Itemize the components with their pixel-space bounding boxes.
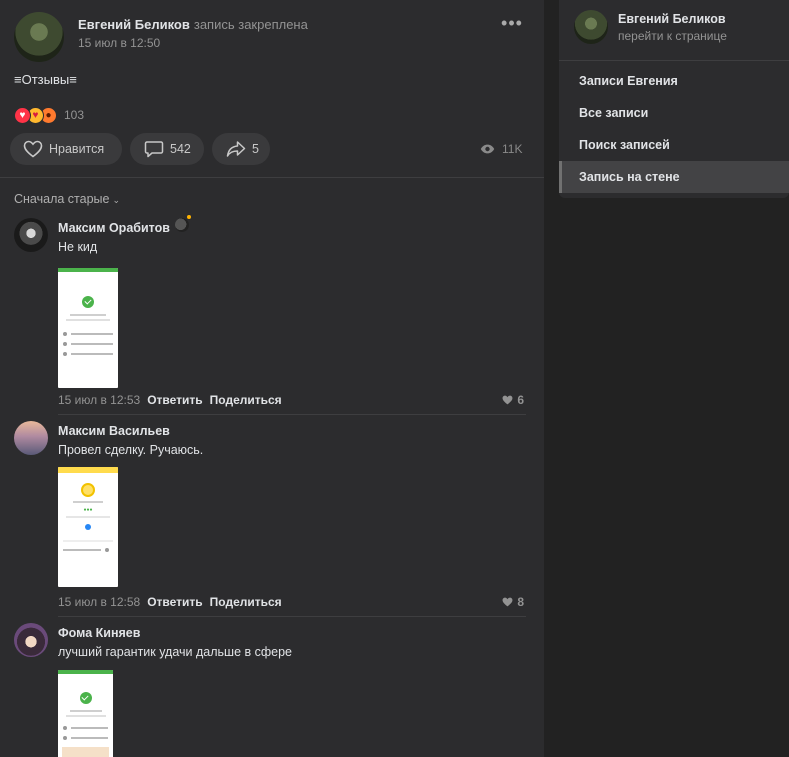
chevron-down-icon: ⌄	[112, 195, 121, 205]
reply-button[interactable]: Ответить	[147, 393, 202, 407]
comment-likes-count: 8	[517, 595, 524, 609]
thumb-banner	[62, 747, 109, 757]
comment-sort-dropdown[interactable]: Сначала старые ⌄	[14, 192, 120, 206]
sidebar-item-search-posts[interactable]: Поиск записей	[559, 129, 789, 161]
reply-button[interactable]: Ответить	[147, 595, 202, 609]
thumb-menu-row	[58, 349, 118, 359]
comment-meta: 15 июл в 12:53 Ответить Поделиться	[58, 393, 282, 407]
thumb-menu-row	[58, 339, 118, 349]
share-arrow-icon	[226, 141, 246, 157]
post-date[interactable]: 15 июл в 12:50	[78, 36, 160, 50]
thumb-amount-shape: ●●●	[83, 507, 93, 513]
shares-count: 5	[252, 142, 259, 156]
reactions-count: 103	[64, 108, 85, 122]
eye-icon	[480, 144, 495, 154]
commenter-name[interactable]: Фома Киняев	[58, 626, 140, 640]
sidebar-menu: Евгений Беликов перейти к странице Запис…	[559, 0, 789, 198]
post-author-name[interactable]: Евгений Беликов	[78, 17, 190, 32]
post-author-line: Евгений Беликов запись закреплена	[78, 17, 308, 32]
thumb-text-line	[69, 710, 102, 712]
success-check-icon	[79, 692, 92, 704]
thumb-header	[58, 268, 118, 272]
go-to-page-link[interactable]: перейти к странице	[618, 29, 727, 43]
thumb-menu-row	[58, 329, 118, 339]
heart-outline-icon	[23, 140, 43, 158]
thumb-menu-row	[58, 733, 113, 743]
comment-text: Провел сделку. Ручаюсь.	[58, 443, 204, 457]
sidebar-avatar[interactable]	[574, 10, 608, 44]
commenter-avatar[interactable]	[14, 421, 48, 455]
thumb-header	[58, 467, 118, 473]
post-text: ≡Отзывы≡	[14, 72, 77, 87]
views-indicator: 11K	[480, 142, 522, 156]
sort-label: Сначала старые	[14, 192, 110, 206]
comment-text: лучший гарантик удачи дальше в сфере	[58, 645, 292, 659]
reactions-summary[interactable]: ♥ ♥ ● 103	[14, 106, 84, 124]
comment-button[interactable]: 542	[130, 133, 204, 165]
coin-icon	[81, 483, 95, 497]
author-avatar[interactable]	[14, 12, 64, 62]
sidebar-item-wall-post[interactable]: Запись на стене	[559, 161, 789, 193]
comment-date[interactable]: 15 июл в 12:53	[58, 393, 140, 407]
sidebar-item-all-posts[interactable]: Все записи	[559, 97, 789, 129]
comment-attachment-image[interactable]: ●●●	[58, 467, 118, 587]
success-check-icon	[82, 296, 94, 308]
comments-count: 542	[170, 142, 191, 156]
commenter-name[interactable]: Максим Васильев	[58, 424, 170, 438]
thumb-text-line	[63, 540, 113, 542]
thumb-text-line	[66, 516, 110, 518]
commenter-name[interactable]: Максим Орабитов	[58, 221, 170, 235]
comment-likes-count: 6	[517, 393, 524, 407]
comment-attachment-image[interactable]	[58, 268, 118, 388]
commenter-avatar[interactable]	[14, 218, 48, 252]
comment-like-button[interactable]: 8	[502, 595, 524, 609]
sidebar-item-author-posts[interactable]: Записи Евгения	[559, 65, 789, 97]
comment-text: Не кид	[58, 240, 98, 254]
more-options-icon[interactable]: •••	[500, 14, 524, 38]
commenter-name-row: Максим Орабитов	[58, 215, 191, 235]
commenter-name-row: Фома Киняев	[58, 626, 140, 640]
comment-separator	[58, 414, 526, 415]
sidebar-author-name[interactable]: Евгений Беликов	[618, 12, 726, 26]
like-label: Нравится	[49, 142, 105, 156]
thumb-blue-dot	[85, 524, 91, 530]
thumb-text-line	[66, 319, 110, 321]
pinned-note: запись закреплена	[193, 17, 308, 32]
heart-icon	[502, 395, 513, 405]
post-divider	[0, 177, 544, 178]
like-button[interactable]: Нравится	[10, 133, 122, 165]
comment-icon	[144, 141, 164, 158]
post-card: Евгений Беликов запись закреплена 15 июл …	[0, 0, 544, 757]
thumb-text-line	[73, 501, 103, 503]
commenter-name-row: Максим Васильев	[58, 424, 170, 438]
bomb-emoji-icon	[174, 215, 191, 232]
sidebar-divider	[559, 60, 789, 61]
views-count: 11K	[502, 142, 523, 156]
thumb-text-line	[65, 715, 106, 717]
comment-like-button[interactable]: 6	[502, 393, 524, 407]
heart-reaction-icon: ♥	[14, 106, 31, 124]
commenter-avatar[interactable]	[14, 623, 48, 657]
thumb-header	[58, 670, 113, 674]
share-button[interactable]: 5	[212, 133, 270, 165]
share-comment-button[interactable]: Поделиться	[210, 595, 282, 609]
thumb-menu-row	[58, 723, 113, 733]
thumb-menu-row	[58, 545, 118, 555]
comment-separator	[58, 616, 526, 617]
thumb-text-line	[70, 314, 106, 316]
share-comment-button[interactable]: Поделиться	[210, 393, 282, 407]
comment-attachment-image[interactable]	[58, 670, 113, 757]
comment-date[interactable]: 15 июл в 12:58	[58, 595, 140, 609]
comment-meta: 15 июл в 12:58 Ответить Поделиться	[58, 595, 282, 609]
heart-icon	[502, 597, 513, 607]
